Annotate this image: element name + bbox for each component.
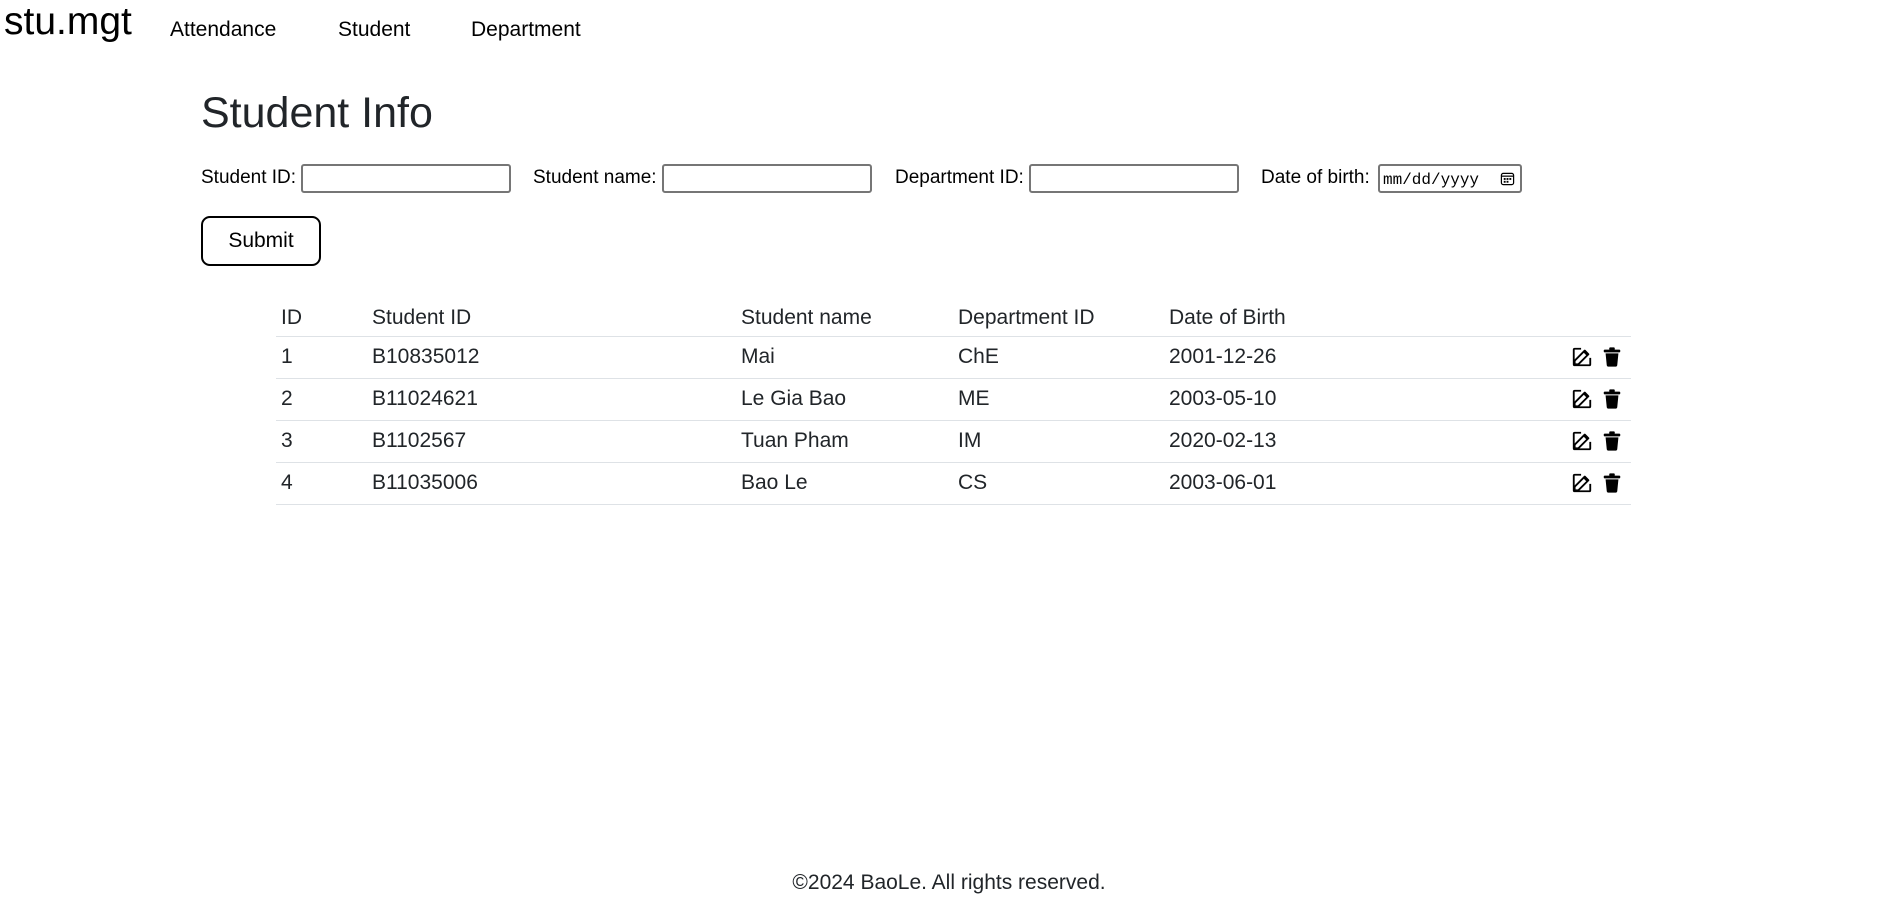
cell-department-id: ME	[958, 387, 990, 410]
student-name-input[interactable]	[662, 164, 872, 193]
submit-button[interactable]: Submit	[201, 216, 321, 266]
trash-icon[interactable]	[1601, 346, 1623, 368]
cell-id: 4	[281, 471, 293, 494]
header-id: ID	[281, 306, 302, 329]
cell-date-of-birth: 2003-06-01	[1169, 471, 1277, 494]
edit-icon[interactable]	[1571, 472, 1593, 494]
cell-id: 2	[281, 387, 293, 410]
page-title: Student Info	[201, 89, 433, 137]
row-actions	[1571, 387, 1623, 411]
cell-student-id: B10835012	[372, 345, 480, 368]
dob-label: Date of birth:	[1261, 167, 1370, 188]
table-row: 1 B10835012 Mai ChE 2001-12-26	[276, 337, 1631, 379]
navbar: stu.mgt Attendance Student Department	[0, 0, 1898, 60]
cell-student-id: B11024621	[372, 387, 478, 410]
edit-icon[interactable]	[1571, 388, 1593, 410]
trash-icon[interactable]	[1601, 472, 1623, 494]
trash-icon[interactable]	[1601, 430, 1623, 452]
row-actions	[1571, 429, 1623, 453]
student-name-label: Student name:	[533, 167, 657, 188]
nav-link-student[interactable]: Student	[338, 18, 410, 42]
department-id-label: Department ID:	[895, 167, 1024, 188]
dob-input[interactable]: mm/dd/yyyy	[1378, 164, 1522, 193]
footer-copyright: ©2024 BaoLe. All rights reserved.	[792, 871, 1106, 894]
trash-icon[interactable]	[1601, 388, 1623, 410]
department-id-input[interactable]	[1029, 164, 1239, 193]
cell-student-id: B1102567	[372, 429, 467, 452]
calendar-icon[interactable]	[1500, 171, 1515, 186]
row-actions	[1571, 345, 1623, 369]
student-id-label: Student ID:	[201, 167, 297, 188]
cell-id: 3	[281, 429, 293, 452]
cell-date-of-birth: 2003-05-10	[1169, 387, 1277, 410]
header-student-name: Student name	[741, 306, 872, 329]
cell-department-id: IM	[958, 429, 982, 452]
row-actions	[1571, 471, 1623, 495]
table-row: 3 B1102567 Tuan Pham IM 2020-02-13	[276, 421, 1631, 463]
student-id-input[interactable]	[301, 164, 511, 193]
header-department-id: Department ID	[958, 306, 1095, 329]
edit-icon[interactable]	[1571, 346, 1593, 368]
cell-student-name: Le Gia Bao	[741, 387, 847, 410]
table-row: 2 B11024621 Le Gia Bao ME 2003-05-10	[276, 379, 1631, 421]
cell-department-id: CS	[958, 471, 988, 494]
cell-date-of-birth: 2020-02-13	[1169, 429, 1277, 452]
nav-link-attendance[interactable]: Attendance	[170, 18, 276, 42]
cell-department-id: ChE	[958, 345, 999, 368]
table-row: 4 B11035006 Bao Le CS 2003-06-01	[276, 463, 1631, 505]
table-header-row: ID Student ID Student name Department ID…	[276, 298, 1631, 337]
cell-student-name: Tuan Pham	[741, 429, 849, 452]
cell-date-of-birth: 2001-12-26	[1169, 345, 1277, 368]
nav-link-department[interactable]: Department	[471, 18, 581, 42]
header-date-of-birth: Date of Birth	[1169, 306, 1286, 329]
cell-id: 1	[281, 345, 293, 368]
dob-placeholder: mm/dd/yyyy	[1383, 171, 1480, 189]
header-student-id: Student ID	[372, 306, 472, 329]
brand-logo[interactable]: stu.mgt	[4, 0, 132, 44]
cell-student-id: B11035006	[372, 471, 478, 494]
cell-student-name: Bao Le	[741, 471, 808, 494]
cell-student-name: Mai	[741, 345, 775, 368]
edit-icon[interactable]	[1571, 430, 1593, 452]
students-table: ID Student ID Student name Department ID…	[276, 298, 1631, 505]
